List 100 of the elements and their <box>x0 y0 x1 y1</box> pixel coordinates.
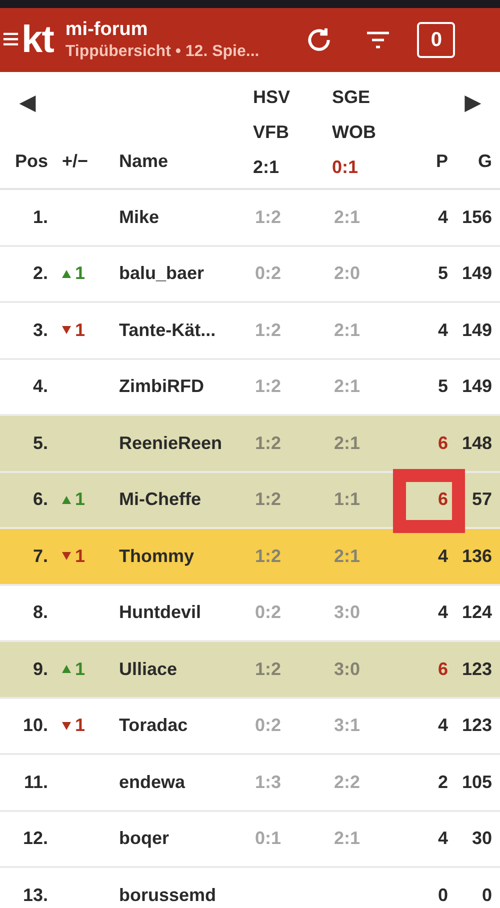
total-cell-text: 30 <box>470 827 492 850</box>
tip-cell: 1:2 <box>255 376 282 396</box>
rank-change: 1 <box>75 714 86 738</box>
table-row[interactable]: 12. boqer 0:1 2:1 4 30 <box>0 812 500 868</box>
rank-change: 1 <box>75 544 86 568</box>
name-cell-text: Huntdevil <box>119 601 202 624</box>
column-header: Pos <box>14 150 48 173</box>
position-cell-text: 7. <box>32 544 48 568</box>
rank-change: 1 <box>75 488 86 512</box>
points-cell-text: 4 <box>436 318 448 342</box>
rank-change: 1 <box>75 318 86 342</box>
rank-change: 1 <box>75 262 86 286</box>
position-cell-text: 11. <box>22 770 48 794</box>
name-cell-text: Thommy <box>119 544 196 568</box>
name-cell-text: endewa <box>119 770 186 794</box>
total-cell-text: 123 <box>460 714 492 738</box>
tip-cell: 1:2 <box>255 658 282 679</box>
name-cell-text: Mi-Cheffe <box>119 488 202 512</box>
table-row[interactable]: 9. 1 Ulliace 1:2 3:0 6 123 <box>0 642 500 698</box>
position-cell-text: 12. <box>22 827 48 850</box>
points-cell-text: 4 <box>436 827 448 850</box>
points-cell-text: 6 <box>436 432 448 455</box>
total-cell-text: 148 <box>460 432 492 455</box>
tip-cell: 2:1 <box>334 432 360 453</box>
column-header: Name <box>119 150 168 173</box>
tip-cell: 3:0 <box>334 602 360 622</box>
position-cell-text: 5. <box>32 432 48 455</box>
match-result: 0:1 <box>332 156 360 179</box>
tip-cell: 2:2 <box>334 772 360 792</box>
table-row[interactable]: 10. 1 Toradac 0:2 3:1 4 123 <box>0 698 500 755</box>
tip-cell: 1:1 <box>334 489 360 510</box>
table-row[interactable]: 8. Huntdevil 0:2 3:0 4 124 <box>0 586 500 642</box>
tip-cell: 2:1 <box>334 206 360 227</box>
points-cell-text: 2 <box>436 770 448 794</box>
points-cell-text: 4 <box>436 601 448 624</box>
home-team: HSV <box>253 86 292 109</box>
tip-cell: 1:2 <box>255 320 282 340</box>
away-team: VFB <box>253 121 290 144</box>
name-cell-text: balu_baer <box>119 262 206 286</box>
total-cell-text: 149 <box>460 375 492 398</box>
next-arrow[interactable]: ▶ <box>465 88 480 146</box>
home-team: SGE <box>332 86 372 109</box>
position-cell-text: 9. <box>32 658 48 681</box>
total-cell-text: 123 <box>460 658 492 681</box>
name-cell-text: ZimbiRFD <box>119 375 205 398</box>
total-cell-text: 136 <box>460 544 492 568</box>
tip-cell: 0:2 <box>255 263 282 284</box>
tip-cell: 0:1 <box>255 828 282 848</box>
position-cell-text: 13. <box>22 884 48 907</box>
total-cell-text: 57 <box>470 488 492 512</box>
name-cell-text: Ulliace <box>119 658 178 681</box>
table-row[interactable]: 4. ZimbiRFD 1:2 2:1 5 149 <box>0 360 500 416</box>
column-header: +/− <box>62 150 90 173</box>
tip-cell: 1:2 <box>255 489 282 510</box>
position-cell-text: 2. <box>32 262 48 286</box>
filter-icon[interactable] <box>365 29 392 51</box>
table-row[interactable]: 2. 1 balu_baer 0:2 2:0 5 149 <box>0 246 500 303</box>
logo: kt <box>22 21 54 59</box>
tip-cell: 0:2 <box>255 602 282 622</box>
position-cell-text: 4. <box>32 375 48 398</box>
points-cell-text: 4 <box>436 544 448 568</box>
position-cell-text: 1. <box>32 206 48 229</box>
points-cell-text: 4 <box>436 714 448 738</box>
name-cell-text: Mike <box>119 206 160 229</box>
name-cell-text: ReenieReen <box>119 432 224 455</box>
total-cell-text: 105 <box>460 770 492 794</box>
count-button[interactable]: 0 <box>417 22 456 58</box>
menu-button[interactable]: ≡ <box>2 25 20 55</box>
previous-arrow[interactable]: ◀ <box>20 88 249 146</box>
tip-cell: 2:1 <box>334 546 360 566</box>
points-cell-text: 4 <box>436 206 448 229</box>
away-team: WOB <box>332 121 377 144</box>
points-cell-text: 5 <box>436 375 448 398</box>
name-cell-text: borussemd <box>119 884 218 907</box>
points-cell-text: 6 <box>436 488 448 512</box>
table-row[interactable]: 5. ReenieReen 1:2 2:1 6 148 <box>0 416 500 472</box>
header-subtitle: Tippübersicht • 12. Spie... <box>65 42 260 62</box>
points-cell-text: 6 <box>436 658 448 681</box>
table-row[interactable]: 6. 1 Mi-Cheffe 1:2 1:1 6 57 <box>0 472 500 529</box>
column-header: G <box>476 150 492 173</box>
tip-cell: 1:2 <box>255 546 282 566</box>
position-cell-text: 3. <box>32 318 48 342</box>
total-cell-text: 149 <box>460 318 492 342</box>
name-cell-text: Toradac <box>119 714 189 738</box>
name-cell-text: boqer <box>119 827 170 850</box>
tip-cell: 2:1 <box>334 828 360 848</box>
points-cell-text: 5 <box>436 262 448 286</box>
total-cell-text: 0 <box>480 884 492 907</box>
position-cell-text: 8. <box>32 601 48 624</box>
rank-change: 1 <box>75 658 86 681</box>
position-cell-text: 10. <box>22 714 48 738</box>
tip-cell: 3:0 <box>334 658 360 679</box>
total-cell-text: 156 <box>460 206 492 229</box>
match-result: 2:1 <box>253 156 280 179</box>
total-cell-text: 149 <box>460 262 492 286</box>
header-title: mi-forum <box>65 18 149 42</box>
tip-cell: 1:2 <box>255 206 282 227</box>
tip-cell: 3:1 <box>334 715 360 736</box>
table-row[interactable]: 7. 1 Thommy 1:2 2:1 4 136 <box>0 529 500 586</box>
tip-cell: 1:3 <box>255 772 282 792</box>
